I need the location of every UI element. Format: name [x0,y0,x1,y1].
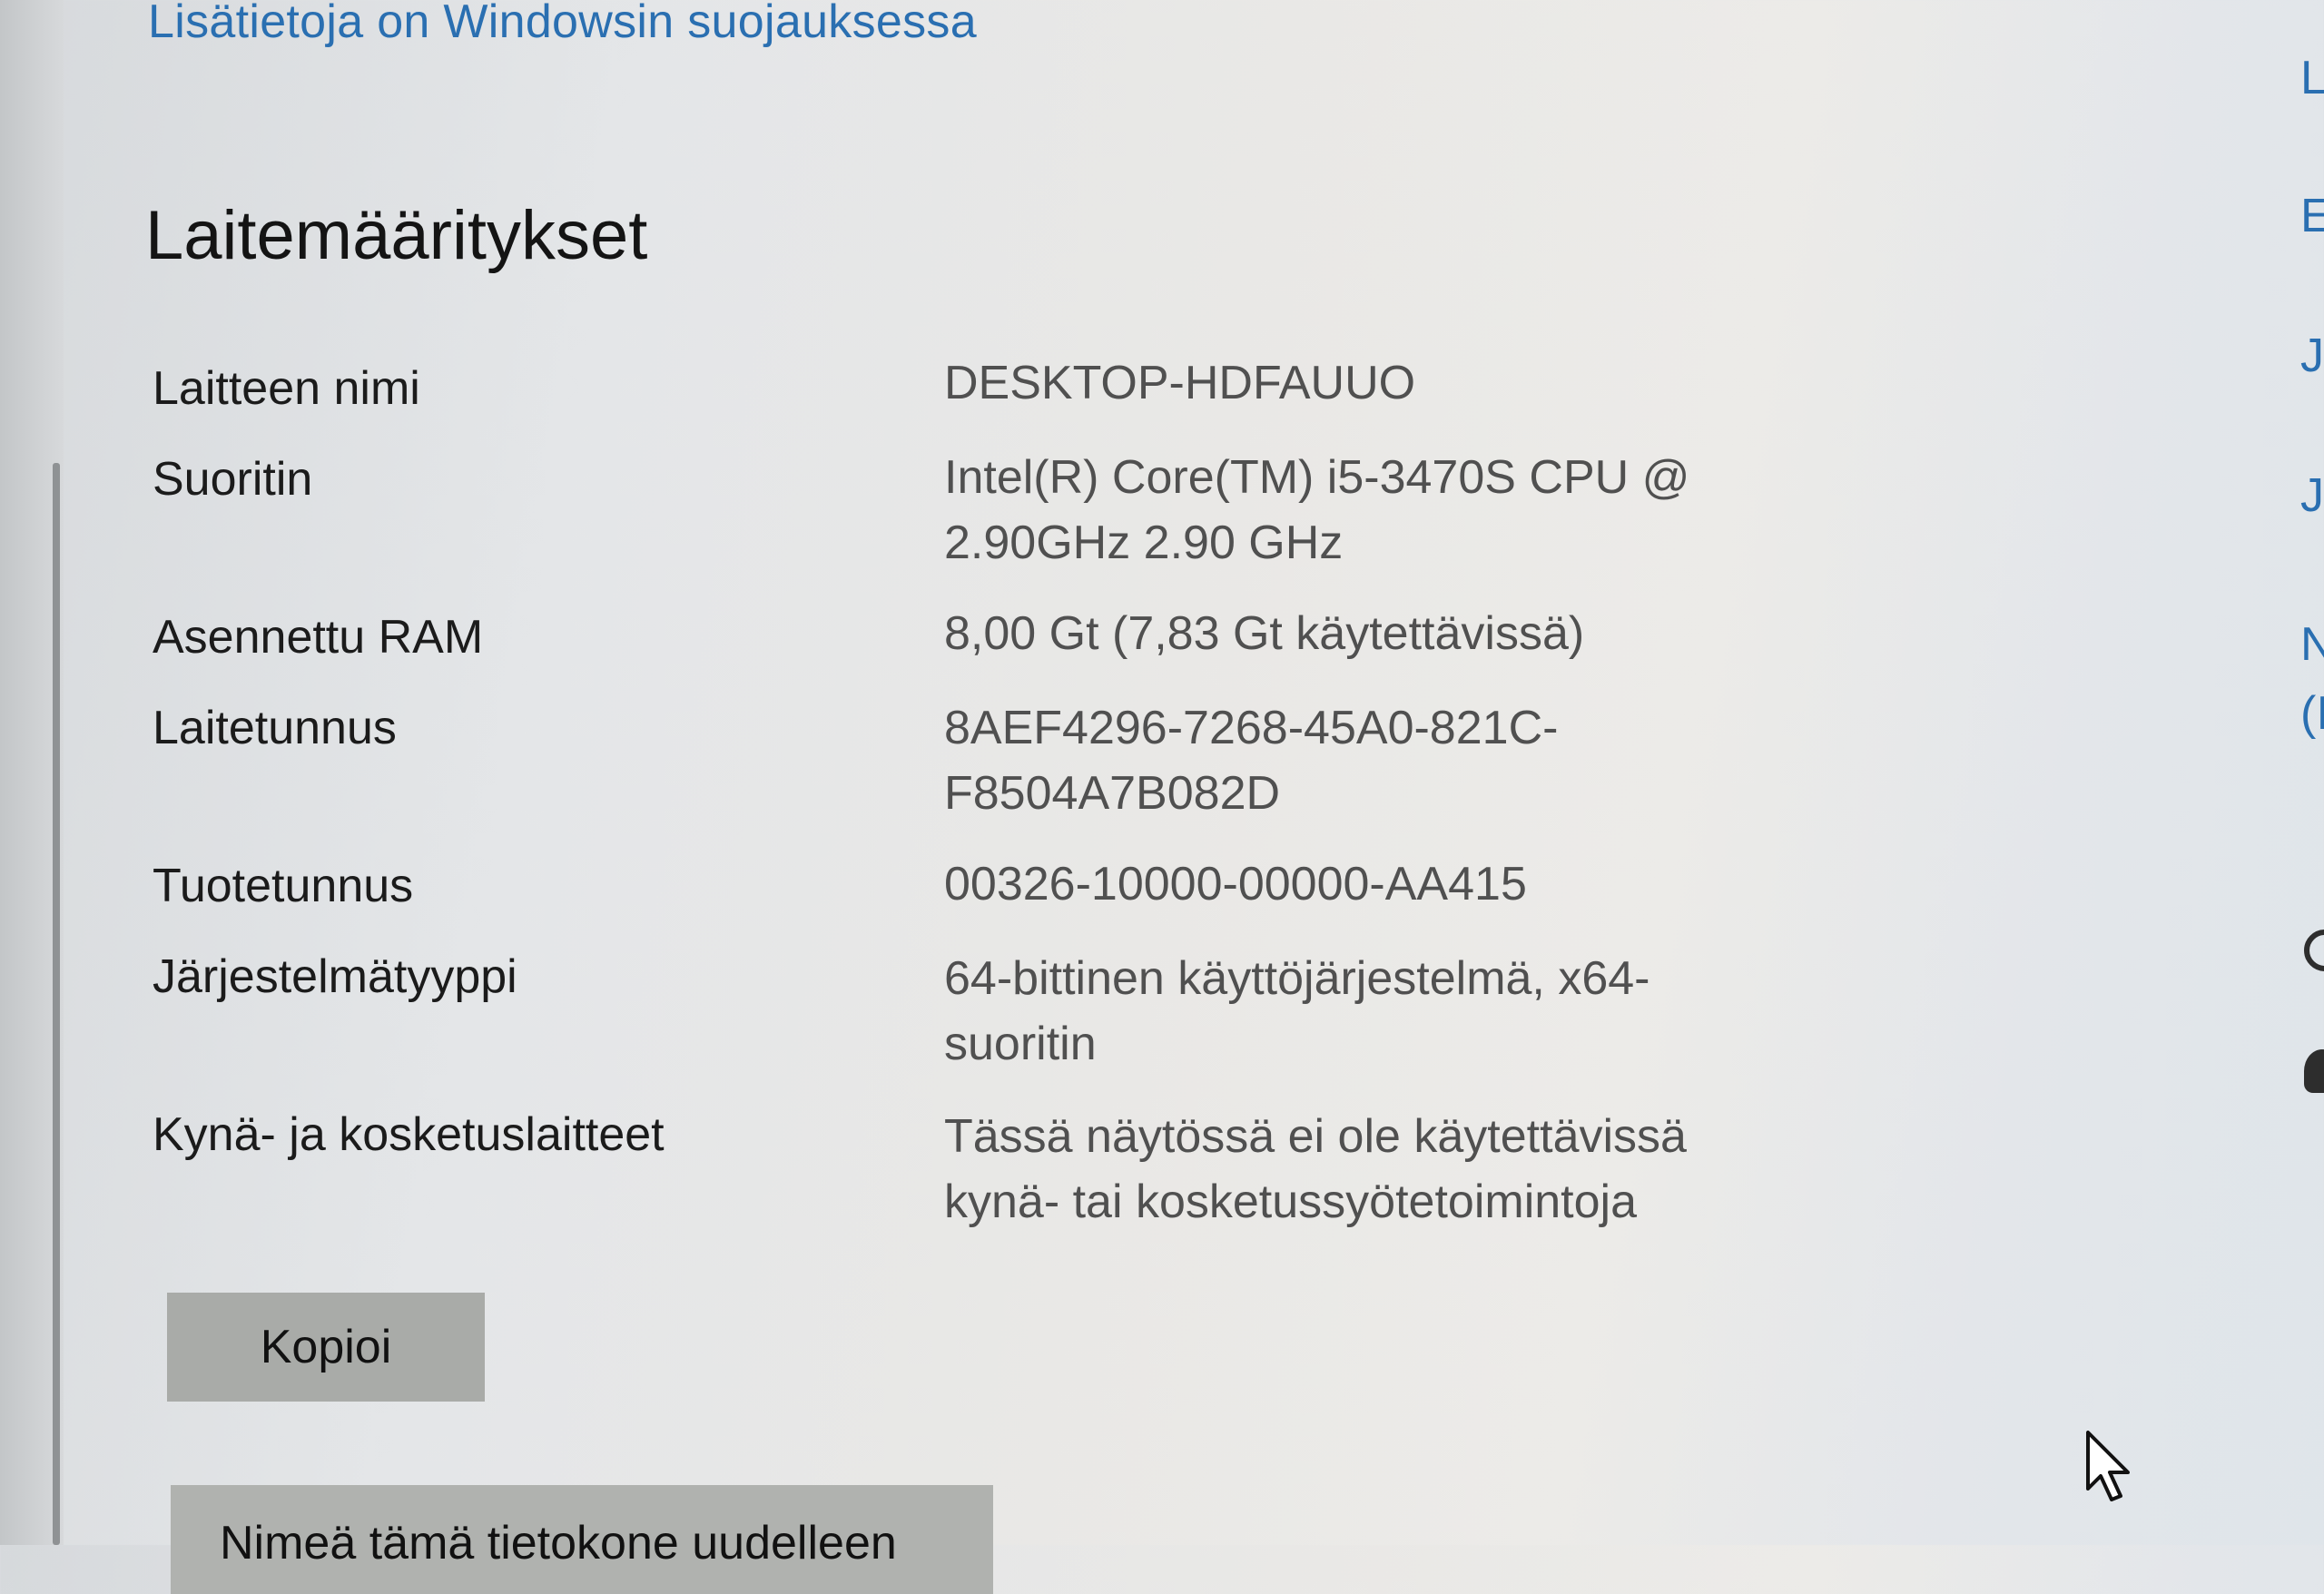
spec-label-device-name: Laitteen nimi [153,362,420,415]
scrollbar[interactable] [53,463,60,1545]
spec-value-system-type: 64-bittinen käyttöjärjestelmä, x64-suori… [944,952,1650,1070]
section-title: Laitemääritykset [145,197,648,274]
feedback-person-icon[interactable] [2304,1049,2324,1093]
spec-value-product-id: 00326-10000-00000-AA415 [944,858,1527,910]
spec-value-processor: Intel(R) Core(TM) i5-3470S CPU @ 2.90GHz… [944,451,1690,569]
related-link-4[interactable]: J [2300,468,2324,523]
spec-value-installed-ram: 8,00 Gt (7,83 Gt käytettävissä) [944,607,1585,660]
help-icon[interactable] [2304,930,2324,971]
related-link-5[interactable]: N [2300,617,2324,672]
windows-security-link[interactable]: Lisätietoja on Windowsin suojauksessa [148,0,977,49]
related-link-1[interactable]: L [2300,51,2324,105]
related-link-2[interactable]: E [2300,189,2324,243]
spec-label-pen-touch: Kynä- ja kosketuslaitteet [153,1108,665,1161]
spec-label-system-type: Järjestelmätyyppi [153,950,517,1003]
related-link-3[interactable]: J [2300,329,2324,383]
spec-label-installed-ram: Asennettu RAM [153,611,484,664]
spec-value-device-id: 8AEF4296-7268-45A0-821C-F8504A7B082D [944,702,1559,820]
copy-button[interactable]: Kopioi [167,1293,485,1402]
spec-label-product-id: Tuotetunnus [153,860,414,912]
related-settings-panel: L E J J N (I [2295,0,2324,1545]
spec-value-device-name: DESKTOP-HDFAUUO [944,357,1416,409]
related-link-5-line2[interactable]: (I [2300,686,2324,741]
spec-value-pen-touch: Tässä näytössä ei ole käytettävissä kynä… [944,1110,1687,1228]
rename-pc-button[interactable]: Nimeä tämä tietokone uudelleen [171,1485,993,1594]
spec-label-device-id: Laitetunnus [153,702,397,754]
spec-label-processor: Suoritin [153,453,313,506]
mouse-cursor-icon [2086,1431,2130,1501]
